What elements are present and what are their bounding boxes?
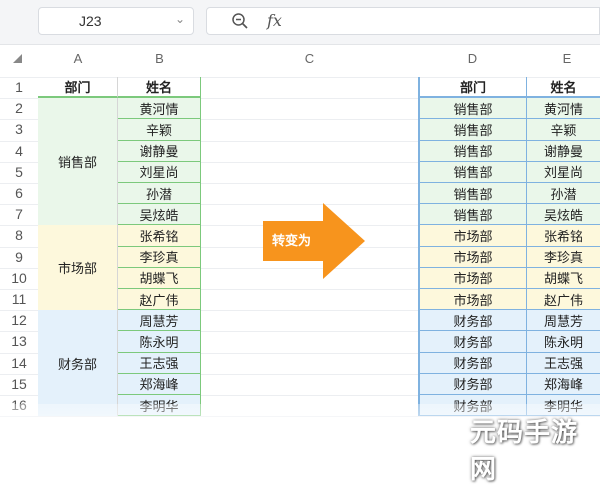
name-cell[interactable]: 郑海峰 — [118, 373, 201, 395]
name-cell[interactable]: 陈永明 — [527, 331, 600, 353]
row-header[interactable]: 10 — [0, 268, 38, 289]
name-cell[interactable]: 刘星尚 — [527, 161, 600, 183]
header-name: 姓名 — [527, 77, 600, 99]
name-cell[interactable]: 王志强 — [118, 352, 201, 374]
name-box[interactable]: J23 ⌄ — [38, 7, 194, 35]
dept-cell[interactable]: 销售部 — [418, 204, 527, 226]
cell-reference: J23 — [79, 13, 102, 29]
name-cell[interactable]: 李珍真 — [527, 246, 600, 268]
row-header[interactable]: 2 — [0, 98, 38, 119]
name-cell[interactable]: 张希铭 — [527, 225, 600, 247]
dept-cell[interactable]: 市场部 — [418, 246, 527, 268]
function-icon[interactable]: fx — [267, 11, 282, 30]
dept-cell[interactable]: 财务部 — [418, 310, 527, 332]
dept-cell[interactable]: 财务部 — [418, 331, 527, 353]
row-header[interactable]: 13 — [0, 331, 38, 352]
arrow-label: 转变为 — [272, 234, 312, 249]
name-cell[interactable]: 孙潜 — [527, 183, 600, 205]
row-header[interactable]: 4 — [0, 141, 38, 162]
name-cell[interactable]: 郑海峰 — [527, 373, 600, 395]
row-header[interactable]: 11 — [0, 289, 38, 310]
row-header[interactable]: 7 — [0, 204, 38, 225]
name-cell[interactable]: 胡蝶飞 — [118, 267, 201, 289]
name-cell[interactable]: 谢静曼 — [118, 140, 201, 162]
row-header[interactable]: 15 — [0, 374, 38, 395]
name-cell[interactable]: 赵广伟 — [527, 289, 600, 311]
row-header[interactable]: 9 — [0, 247, 38, 268]
name-cell[interactable]: 吴炫皓 — [118, 204, 201, 226]
row-header[interactable]: 8 — [0, 225, 38, 246]
row-header[interactable]: 6 — [0, 183, 38, 204]
name-cell[interactable]: 周慧芳 — [118, 310, 201, 332]
dept-cell[interactable]: 销售部 — [418, 98, 527, 120]
name-cell[interactable]: 谢静曼 — [527, 140, 600, 162]
row-header[interactable]: 3 — [0, 119, 38, 140]
zoom-icon[interactable] — [231, 12, 249, 30]
merged-dept-cell[interactable]: 销售部 — [38, 98, 118, 226]
merged-dept-cell[interactable]: 财务部 — [38, 310, 118, 417]
row-header[interactable]: 14 — [0, 353, 38, 374]
name-cell[interactable]: 刘星尚 — [118, 161, 201, 183]
dept-cell[interactable]: 市场部 — [418, 289, 527, 311]
name-cell[interactable]: 孙潜 — [118, 183, 201, 205]
name-cell[interactable]: 黄河情 — [118, 98, 201, 120]
dept-cell[interactable]: 市场部 — [418, 267, 527, 289]
name-cell[interactable]: 胡蝶飞 — [527, 267, 600, 289]
dept-cell[interactable]: 销售部 — [418, 140, 527, 162]
dept-cell[interactable]: 销售部 — [418, 119, 527, 141]
name-cell[interactable]: 陈永明 — [118, 331, 201, 353]
watermark: 元码手游网 — [470, 418, 579, 485]
name-cell[interactable]: 周慧芳 — [527, 310, 600, 332]
column-header-e[interactable]: E — [527, 48, 600, 70]
dept-cell[interactable]: 财务部 — [418, 373, 527, 395]
name-cell[interactable]: 王志强 — [527, 352, 600, 374]
name-cell[interactable]: 辛颖 — [118, 119, 201, 141]
chevron-down-icon[interactable]: ⌄ — [175, 12, 185, 26]
name-cell[interactable]: 黄河情 — [527, 98, 600, 120]
dept-cell[interactable]: 销售部 — [418, 183, 527, 205]
row-header[interactable]: 12 — [0, 310, 38, 331]
column-header-b[interactable]: B — [118, 48, 201, 70]
name-cell[interactable]: 吴炫皓 — [527, 204, 600, 226]
column-header-d[interactable]: D — [418, 48, 527, 70]
header-dept: 部门 — [418, 77, 527, 99]
name-cell[interactable]: 辛颖 — [527, 119, 600, 141]
dept-cell[interactable]: 销售部 — [418, 161, 527, 183]
merged-dept-cell[interactable]: 市场部 — [38, 225, 118, 311]
name-cell[interactable]: 赵广伟 — [118, 289, 201, 311]
dept-cell[interactable]: 市场部 — [418, 225, 527, 247]
column-header-a[interactable]: A — [38, 48, 118, 70]
column-header-c[interactable]: C — [201, 48, 418, 70]
formula-toolbar: J23 ⌄ fx — [0, 0, 600, 45]
row-header[interactable]: 1 — [0, 77, 38, 98]
select-all-corner[interactable] — [13, 54, 22, 63]
header-dept: 部门 — [38, 77, 118, 99]
row-header[interactable]: 5 — [0, 162, 38, 183]
header-name: 姓名 — [118, 77, 201, 99]
formula-bar[interactable]: fx — [206, 7, 600, 35]
dept-cell[interactable]: 财务部 — [418, 352, 527, 374]
name-cell[interactable]: 张希铭 — [118, 225, 201, 247]
name-cell[interactable]: 李珍真 — [118, 246, 201, 268]
